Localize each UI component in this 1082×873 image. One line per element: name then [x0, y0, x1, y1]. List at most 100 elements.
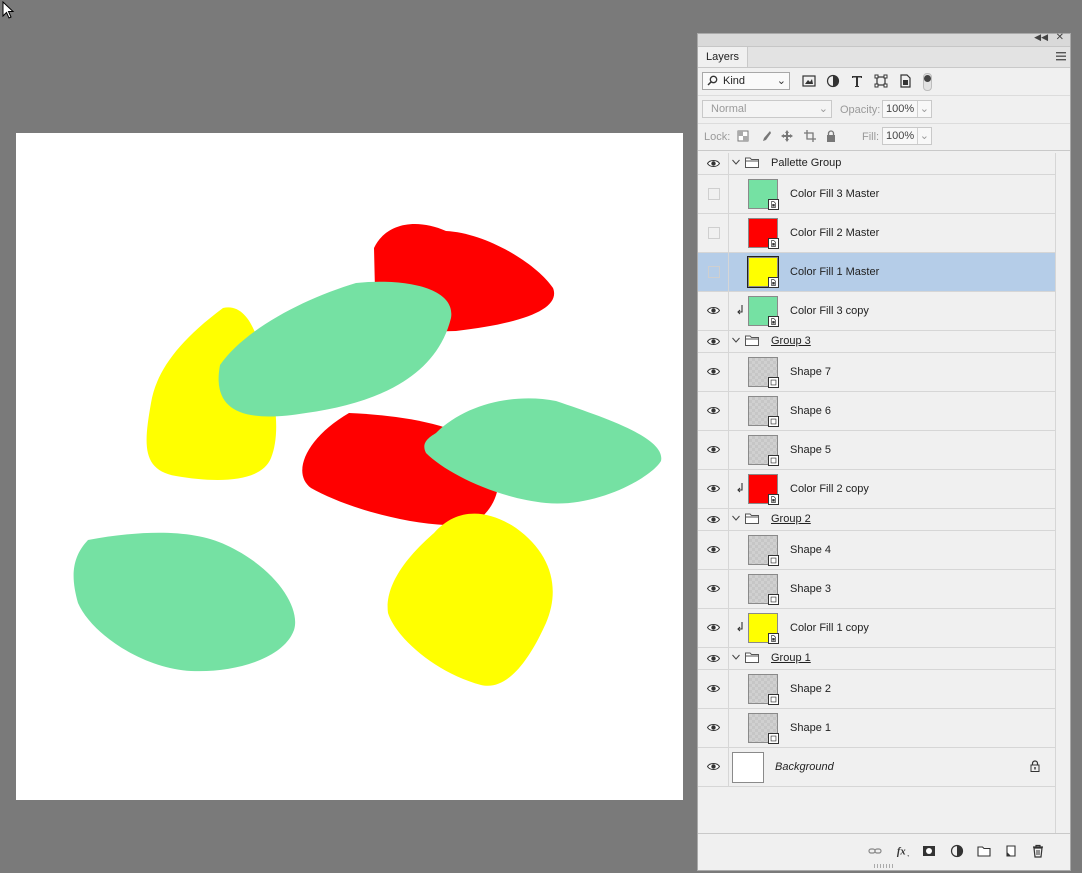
visibility-toggle[interactable] — [708, 188, 720, 200]
layer-color-fill-3-master[interactable]: Color Fill 3 Master — [698, 175, 1056, 214]
smart-object-badge-icon — [768, 238, 779, 249]
layer-shape-3[interactable]: Shape 3 — [698, 570, 1056, 609]
layers-scrollbar[interactable] — [1055, 153, 1070, 833]
lock-icon[interactable] — [1030, 760, 1040, 772]
layer-name: Color Fill 2 copy — [790, 483, 869, 495]
chevron-down-icon[interactable]: ⌄ — [916, 101, 929, 117]
chevron-down-icon[interactable]: ⌄ — [916, 128, 929, 144]
green-shape-bottom-left — [73, 532, 296, 672]
eye-icon[interactable] — [707, 584, 720, 593]
layer-group-1[interactable]: Group 1 — [698, 648, 1056, 670]
clipping-mask-icon — [737, 483, 743, 493]
chevron-down-icon[interactable] — [732, 514, 740, 522]
layer-thumbnail — [748, 474, 779, 505]
layer-shape-6[interactable]: Shape 6 — [698, 392, 1056, 431]
layer-name: Group 1 — [771, 652, 811, 664]
layer-background[interactable]: Background — [698, 748, 1056, 787]
layer-color-fill-2-master[interactable]: Color Fill 2 Master — [698, 214, 1056, 253]
layer-group-2[interactable]: Group 2 — [698, 509, 1056, 531]
adjustment-layer-icon[interactable] — [950, 844, 964, 858]
trash-icon[interactable] — [1031, 844, 1045, 858]
add-mask-icon[interactable] — [922, 844, 936, 858]
lock-all-icon[interactable] — [825, 130, 837, 142]
lock-image-pixels-icon[interactable] — [760, 130, 772, 142]
filter-shape-icon[interactable] — [874, 74, 888, 88]
eye-icon[interactable] — [707, 654, 720, 663]
filter-row: Kind ⌄ — [698, 68, 1070, 96]
search-icon — [707, 75, 718, 86]
link-layers-icon[interactable] — [868, 844, 882, 858]
new-group-icon[interactable] — [977, 844, 991, 858]
shape-badge-icon — [768, 377, 779, 388]
layer-color-fill-2-copy[interactable]: Color Fill 2 copy — [698, 470, 1056, 509]
fx-icon[interactable]: fx — [896, 844, 910, 858]
eye-icon[interactable] — [707, 337, 720, 346]
filter-smart-object-icon[interactable] — [898, 74, 912, 88]
filter-kind-select[interactable]: Kind ⌄ — [702, 72, 790, 90]
eye-icon[interactable] — [707, 723, 720, 732]
layer-shape-5[interactable]: Shape 5 — [698, 431, 1056, 470]
layer-thumbnail — [748, 674, 779, 705]
eye-icon[interactable] — [707, 306, 720, 315]
eye-icon[interactable] — [707, 445, 720, 454]
eye-icon[interactable] — [707, 367, 720, 376]
close-panel-icon[interactable]: ✕ — [1056, 32, 1064, 43]
panel-menu-icon[interactable] — [1056, 52, 1066, 61]
smart-object-badge-icon — [768, 316, 779, 327]
layer-color-fill-3-copy[interactable]: Color Fill 3 copy — [698, 292, 1056, 331]
folder-icon — [745, 335, 759, 346]
layer-group-3[interactable]: Group 3 — [698, 331, 1056, 353]
filter-adjustment-icon[interactable] — [826, 74, 840, 88]
shape-badge-icon — [768, 416, 779, 427]
eye-icon[interactable] — [707, 545, 720, 554]
document-canvas[interactable] — [16, 133, 683, 800]
eye-icon[interactable] — [707, 159, 720, 168]
layer-name: Shape 1 — [790, 722, 831, 734]
layer-name: Color Fill 2 Master — [790, 227, 880, 239]
filter-toggle[interactable] — [923, 73, 932, 91]
shape-badge-icon — [768, 455, 779, 466]
eye-icon[interactable] — [707, 515, 720, 524]
layer-shape-4[interactable]: Shape 4 — [698, 531, 1056, 570]
filter-pixel-icon[interactable] — [802, 74, 816, 88]
layer-group-pallette[interactable]: Pallette Group — [698, 153, 1056, 175]
shape-badge-icon — [768, 694, 779, 705]
layer-name: Color Fill 1 Master — [790, 266, 880, 278]
lock-position-icon[interactable] — [781, 130, 793, 142]
chevron-down-icon[interactable] — [732, 336, 740, 344]
layer-name: Color Fill 1 copy — [790, 622, 869, 634]
layer-thumbnail — [748, 435, 779, 466]
new-layer-icon[interactable] — [1004, 844, 1018, 858]
shape-badge-icon — [768, 733, 779, 744]
fill-label: Fill: — [862, 131, 880, 143]
eye-icon[interactable] — [707, 762, 720, 771]
resize-grip[interactable] — [874, 864, 894, 868]
eye-icon[interactable] — [707, 684, 720, 693]
layer-color-fill-1-copy[interactable]: Color Fill 1 copy — [698, 609, 1056, 648]
panel-tabs: Layers — [698, 47, 1070, 68]
lock-artboard-icon[interactable] — [804, 130, 816, 142]
layer-thumbnail — [748, 296, 779, 327]
layer-shape-7[interactable]: Shape 7 — [698, 353, 1056, 392]
visibility-toggle[interactable] — [708, 227, 720, 239]
opacity-input[interactable]: 100% ⌄ — [882, 100, 932, 118]
chevron-down-icon[interactable] — [732, 158, 740, 166]
layer-thumbnail — [747, 256, 779, 288]
filter-type-icon[interactable] — [850, 74, 864, 88]
eye-icon[interactable] — [707, 406, 720, 415]
layer-thumbnail — [732, 752, 764, 783]
layer-shape-2[interactable]: Shape 2 — [698, 670, 1056, 709]
eye-icon[interactable] — [707, 484, 720, 493]
layer-shape-1[interactable]: Shape 1 — [698, 709, 1056, 748]
panel-titlebar[interactable]: ◀◀ ✕ — [698, 32, 1070, 47]
green-shape-top — [218, 281, 452, 417]
layer-color-fill-1-master[interactable]: Color Fill 1 Master — [698, 253, 1056, 292]
visibility-toggle[interactable] — [708, 266, 720, 278]
chevron-down-icon[interactable] — [732, 653, 740, 661]
fill-input[interactable]: 100% ⌄ — [882, 127, 932, 145]
tab-layers[interactable]: Layers — [698, 47, 749, 67]
blend-mode-select[interactable]: Normal ⌄ — [702, 100, 832, 118]
collapse-panel-icon[interactable]: ◀◀ — [1034, 32, 1048, 43]
lock-transparent-pixels-icon[interactable] — [737, 130, 749, 142]
eye-icon[interactable] — [707, 623, 720, 632]
